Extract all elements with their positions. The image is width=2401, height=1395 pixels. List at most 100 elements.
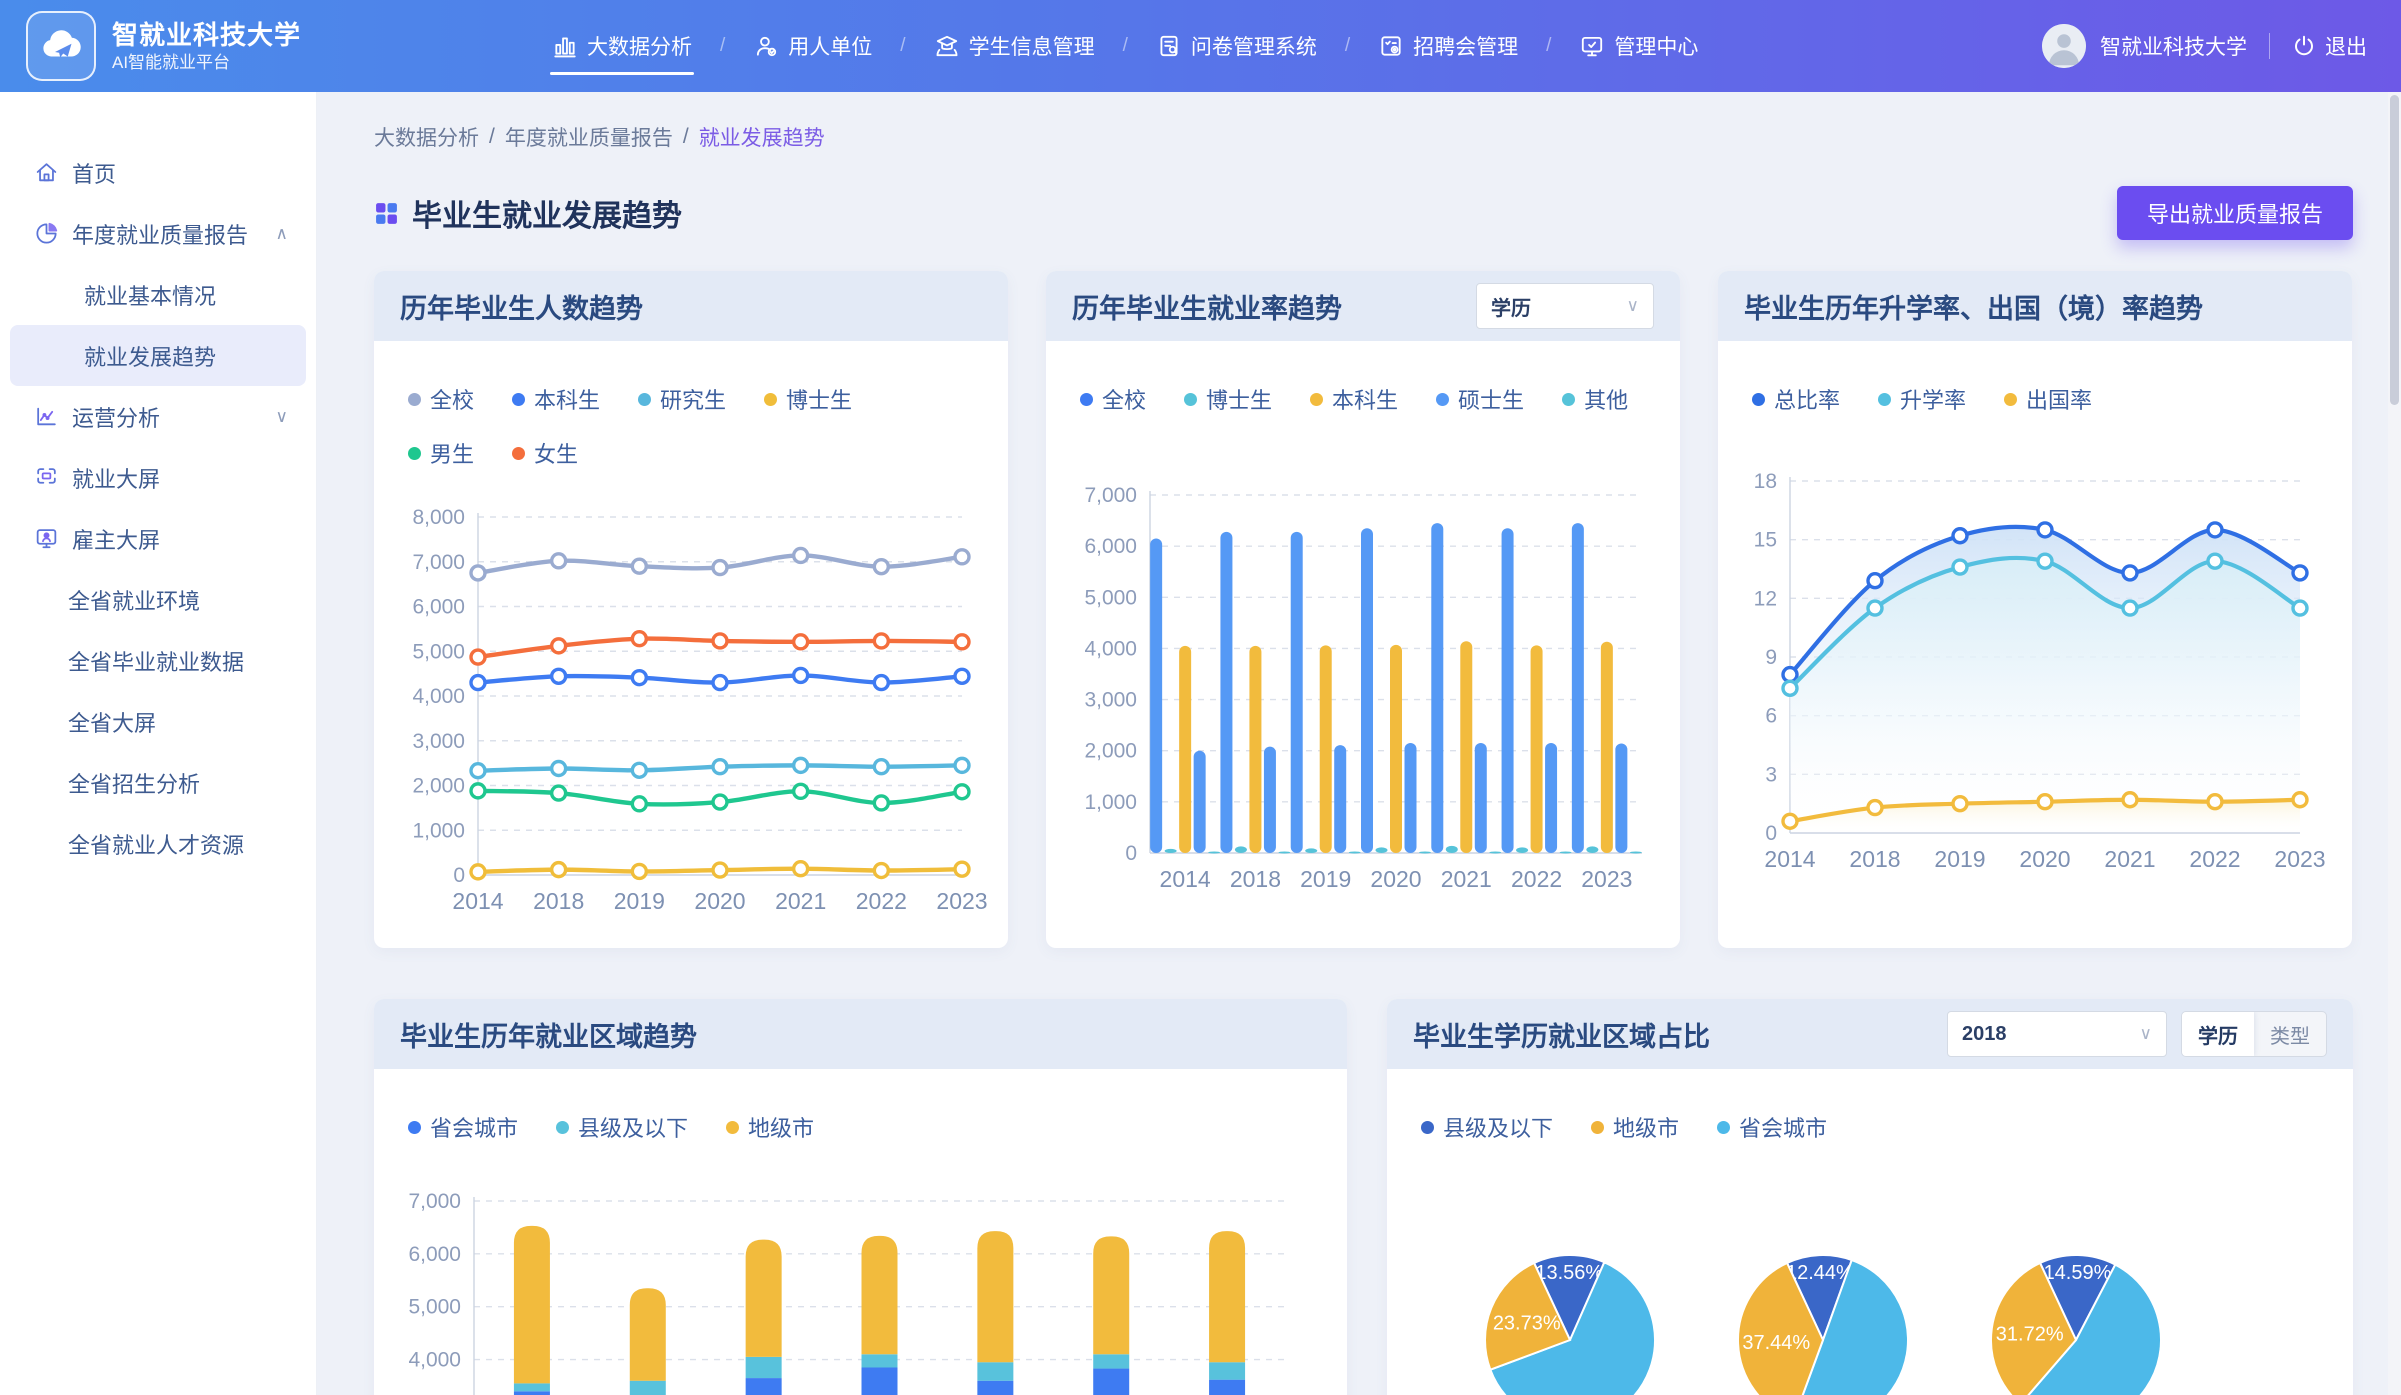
card-employment-rate-trend: 历年毕业生就业率趋势 学历 ∨ 全校博士生本科生硕士生其他 01,0002,00… [1046,271,1680,948]
svg-text:2014: 2014 [452,888,503,914]
svg-text:2022: 2022 [2189,846,2240,872]
legend-item-县级及以下[interactable]: 县级及以下 [556,1111,688,1143]
legend-dot [408,447,421,460]
legend-item-总比率[interactable]: 总比率 [1752,383,1840,415]
svg-text:15: 15 [1754,529,1777,552]
avatar[interactable] [2042,24,2086,68]
chevron-down-icon: ∨ [2140,1024,2152,1044]
legend-item-升学率[interactable]: 升学率 [1878,383,1966,415]
toggle-degree-button[interactable]: 学历 [2182,1012,2254,1056]
sidebar-item-label: 全省就业人才资源 [68,828,244,860]
sidebar-item-就业发展趋势[interactable]: 就业发展趋势 [10,325,306,386]
toggle-type-button[interactable]: 类型 [2254,1012,2326,1056]
legend-item-研究生[interactable]: 研究生 [638,383,726,415]
svg-text:2020: 2020 [694,888,745,914]
legend-dot [556,1121,569,1134]
sidebar-item-雇主大屏[interactable]: 雇主大屏 [0,508,316,569]
nav-item-bar-chart[interactable]: 大数据分析 [546,0,698,92]
sidebar-item-全省就业环境[interactable]: 全省就业环境 [0,569,316,630]
legend-item-硕士生[interactable]: 硕士生 [1436,383,1524,415]
card-region-share-by-degree: 毕业生学历就业区域占比 2018 ∨ 学历 类型 县级及以下 地级市 省会城市 [1387,999,2353,1395]
breadcrumb-separator: / [489,125,495,149]
nav-item-employer[interactable]: 用人单位 [747,0,878,92]
svg-text:2021: 2021 [2104,846,2155,872]
sidebar-item-首页[interactable]: 首页 [0,142,316,203]
breadcrumb-separator: / [683,125,689,149]
card-header: 毕业生历年就业区域趋势 [374,999,1347,1069]
charts-row-1: 历年毕业生人数趋势 全校本科生研究生博士生男生女生 01,0002,0003,0… [374,271,2353,948]
legend-item-省会城市[interactable]: 省会城市 [1717,1111,1827,1143]
legend-label: 省会城市 [1739,1111,1827,1143]
legend-item-本科生[interactable]: 本科生 [1310,383,1398,415]
card-header: 毕业生学历就业区域占比 2018 ∨ 学历 类型 [1387,999,2353,1069]
svg-text:23.73%: 23.73% [1493,1312,1561,1334]
legend-item-全校[interactable]: 全校 [408,383,474,415]
sidebar-item-全省招生分析[interactable]: 全省招生分析 [0,752,316,813]
employment-region-stacked-bar-chart: 01,0002,0003,0004,0005,0006,0007,0002014… [394,1181,1319,1395]
legend-item-男生[interactable]: 男生 [408,437,474,469]
page-scrollbar[interactable] [2388,92,2401,1395]
sidebar-item-label: 全省毕业就业数据 [68,645,244,677]
nav-item-student[interactable]: 学生信息管理 [928,0,1101,92]
legend-row: 总比率 升学率 出国率 [1752,383,2332,415]
logout-label: 退出 [2325,31,2367,61]
svg-text:2,000: 2,000 [1084,740,1137,763]
employer-screen-icon [34,526,59,551]
year-select[interactable]: 2018 ∨ [1947,1011,2167,1057]
breadcrumb-item[interactable]: 大数据分析 [374,122,479,152]
legend-dot [1562,393,1575,406]
sidebar-item-全省毕业就业数据[interactable]: 全省毕业就业数据 [0,630,316,691]
nav-item-job-fair[interactable]: 招聘会管理 [1372,0,1524,92]
further-study-area-chart: 03691215182014201820192020202120222023 [1738,437,2332,889]
sidebar-item-年度就业质量报告[interactable]: 年度就业质量报告∧ [0,203,316,264]
legend-item-省会城市[interactable]: 省会城市 [408,1111,518,1143]
legend-dot [1310,393,1323,406]
breadcrumb-item[interactable]: 年度就业质量报告 [505,122,673,152]
svg-text:2018: 2018 [533,888,584,914]
svg-text:1,000: 1,000 [412,819,465,842]
legend-item-地级市[interactable]: 地级市 [726,1111,814,1143]
chevron-down-icon: ∨ [276,407,288,427]
svg-text:2019: 2019 [1934,846,1985,872]
degree-select[interactable]: 学历 ∨ [1476,283,1654,329]
legend-label: 地级市 [748,1111,814,1143]
scrollbar-thumb[interactable] [2390,95,2399,405]
logout-button[interactable]: 退出 [2292,31,2367,61]
sidebar-item-全省就业人才资源[interactable]: 全省就业人才资源 [0,813,316,874]
legend-item-女生[interactable]: 女生 [512,437,578,469]
chart-legend: 省会城市 县级及以下 地级市 [394,1111,1327,1143]
sidebar-item-就业大屏[interactable]: 就业大屏 [0,447,316,508]
svg-text:2023: 2023 [2274,846,2325,872]
svg-text:2020: 2020 [1370,866,1421,892]
legend-item-全校[interactable]: 全校 [1080,383,1146,415]
legend-item-博士生[interactable]: 博士生 [764,383,852,415]
sidebar-item-全省大屏[interactable]: 全省大屏 [0,691,316,752]
legend-item-博士生[interactable]: 博士生 [1184,383,1272,415]
svg-text:0: 0 [1765,822,1777,845]
legend-item-县级及以下[interactable]: 县级及以下 [1421,1111,1553,1143]
nav-item-label: 大数据分析 [587,31,692,61]
nav-item-questionnaire[interactable]: 问卷管理系统 [1150,0,1323,92]
svg-text:2020: 2020 [2019,846,2070,872]
svg-text:7,000: 7,000 [408,1190,461,1213]
app-logo [26,11,96,81]
sidebar-item-label: 首页 [72,157,116,189]
legend-item-其他[interactable]: 其他 [1562,383,1628,415]
header-user-area: 智就业科技大学 退出 [2042,24,2367,68]
svg-text:18: 18 [1754,470,1777,493]
legend-label: 博士生 [786,383,852,415]
legend-item-出国率[interactable]: 出国率 [2004,383,2092,415]
legend-item-本科生[interactable]: 本科生 [512,383,600,415]
sidebar-item-运营分析[interactable]: 运营分析∨ [0,386,316,447]
employment-rate-bar-chart: 01,0002,0003,0004,0005,0006,0007,0002014… [1066,437,1660,909]
legend-item-地级市[interactable]: 地级市 [1591,1111,1679,1143]
svg-text:2014: 2014 [1764,846,1815,872]
nav-item-label: 问卷管理系统 [1191,31,1317,61]
nav-item-admin[interactable]: 管理中心 [1573,0,1704,92]
legend-row: 全校 博士生 本科生 硕士生 其他 [1080,383,1660,415]
sidebar-item-label: 全省大屏 [68,706,156,738]
sidebar-item-就业基本情况[interactable]: 就业基本情况 [0,264,316,325]
export-report-button[interactable]: 导出就业质量报告 [2117,186,2353,240]
admin-icon [1579,33,1605,59]
cloud-plane-logo-icon [37,22,85,70]
